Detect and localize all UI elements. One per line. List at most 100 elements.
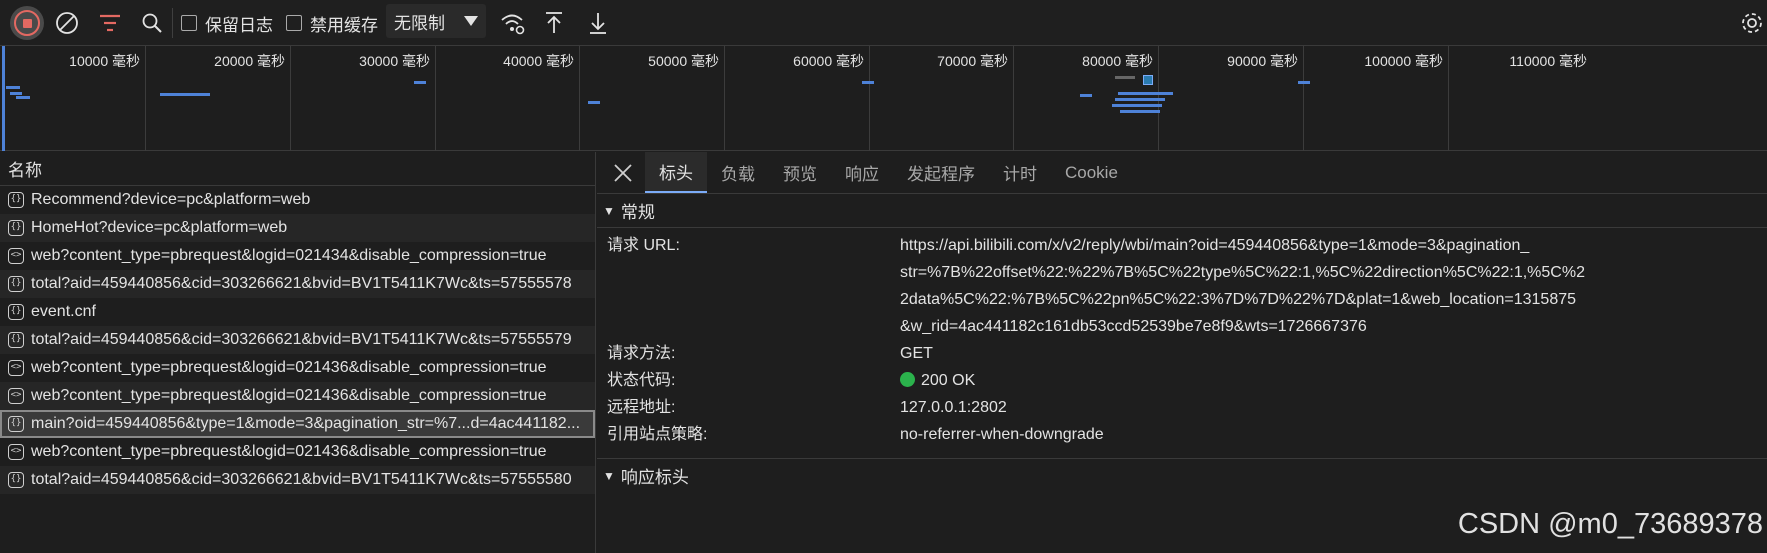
tab-payload[interactable]: 负载 xyxy=(707,152,769,193)
script-file-icon: <> xyxy=(8,248,24,264)
request-row[interactable]: <> web?content_type=pbrequest&logid=02143… xyxy=(0,242,595,270)
tab-preview[interactable]: 预览 xyxy=(769,152,831,193)
preserve-log-checkbox[interactable]: 保留日志 xyxy=(181,0,273,46)
request-row[interactable]: {} event.cnf xyxy=(0,298,595,326)
response-headers-section-header[interactable]: ▼ 响应标头 xyxy=(597,458,1767,492)
response-headers-title: 响应标头 xyxy=(620,468,689,487)
json-file-icon: {} xyxy=(8,220,24,236)
request-row[interactable]: {} Recommend?device=pc&platform=web xyxy=(0,186,595,214)
checkbox-box[interactable] xyxy=(286,15,302,31)
wifi-settings-icon xyxy=(501,14,525,35)
tab-response[interactable]: 响应 xyxy=(831,152,893,193)
status-code-value: 200 OK xyxy=(900,367,1767,394)
settings-button[interactable] xyxy=(1740,0,1766,46)
status-code-label: 状态代码: xyxy=(607,372,676,389)
tab-cookies[interactable]: Cookie xyxy=(1051,152,1132,193)
request-row[interactable]: {} HomeHot?device=pc&platform=web xyxy=(0,214,595,242)
close-details-button[interactable] xyxy=(601,152,645,193)
disable-cache-checkbox[interactable]: 禁用缓存 xyxy=(286,0,378,46)
json-file-icon: {} xyxy=(8,276,24,292)
import-har-button[interactable] xyxy=(544,0,568,46)
script-file-icon: <> xyxy=(8,360,24,376)
download-icon xyxy=(590,13,606,34)
throttling-value: 无限制 xyxy=(394,13,445,33)
json-file-icon: {} xyxy=(8,416,24,432)
overview-tick: 10000 毫秒 xyxy=(69,53,140,69)
collapse-triangle-icon: ▼ xyxy=(603,468,615,483)
request-method-value: GET xyxy=(900,345,933,362)
json-file-icon: {} xyxy=(8,304,24,320)
filter-button[interactable] xyxy=(98,0,124,46)
preserve-log-label: 保留日志 xyxy=(205,15,273,35)
request-row[interactable]: {} total?aid=459440856&cid=303266621&bvid… xyxy=(0,326,595,354)
search-icon xyxy=(142,13,162,33)
tab-headers[interactable]: 标头 xyxy=(645,152,707,193)
referrer-policy-label: 引用站点策略: xyxy=(607,426,708,443)
referrer-policy-row: 引用站点策略: no-referrer-when-downgrade xyxy=(597,421,1767,448)
upload-icon xyxy=(546,12,562,33)
filter-icon xyxy=(100,14,120,32)
request-row[interactable]: <> web?content_type=pbrequest&logid=02143… xyxy=(0,438,595,466)
script-file-icon: <> xyxy=(8,444,24,460)
request-bar xyxy=(1112,104,1162,107)
referrer-policy-value: no-referrer-when-downgrade xyxy=(900,426,1104,443)
export-har-button[interactable] xyxy=(588,0,612,46)
request-method-label: 请求方法: xyxy=(607,345,676,362)
dropdown-arrow-icon xyxy=(464,16,478,26)
request-bar xyxy=(6,86,20,89)
checkbox-box[interactable] xyxy=(181,15,197,31)
request-bar xyxy=(1118,92,1173,95)
request-bar xyxy=(1120,110,1160,113)
tab-timing[interactable]: 计时 xyxy=(989,152,1051,193)
general-section-header[interactable]: ▼ 常规 xyxy=(597,194,1767,228)
json-file-icon: {} xyxy=(8,332,24,348)
script-file-icon: <> xyxy=(8,388,24,404)
request-method-row: 请求方法: GET xyxy=(597,340,1767,367)
remote-address-value: 127.0.0.1:2802 xyxy=(900,399,1007,416)
overview-tick: 100000 毫秒 xyxy=(1364,53,1443,69)
network-toolbar: 保留日志 禁用缓存 无限制 xyxy=(0,0,1767,46)
request-url-row: 请求 URL: https://api.bilibili.com/x/v2/re… xyxy=(597,232,1767,340)
status-ok-icon xyxy=(900,372,915,387)
request-bar xyxy=(10,92,22,95)
name-column-header[interactable]: 名称 xyxy=(0,152,595,186)
request-row[interactable]: {} total?aid=459440856&cid=303266621&bvid… xyxy=(0,466,595,494)
overview-tick: 40000 毫秒 xyxy=(503,53,574,69)
general-section-title: 常规 xyxy=(620,203,655,222)
overview-tick: 20000 毫秒 xyxy=(214,53,285,69)
request-list-panel: 名称 {} Recommend?device=pc&platform=web {}… xyxy=(0,152,596,553)
network-overview[interactable]: 10000 毫秒 20000 毫秒 30000 毫秒 40000 毫秒 5000… xyxy=(0,46,1767,151)
throttling-select[interactable]: 无限制 xyxy=(386,4,486,38)
request-bar xyxy=(1298,81,1310,84)
gear-icon xyxy=(1742,13,1762,33)
request-marker xyxy=(1143,75,1153,85)
overview-tick: 60000 毫秒 xyxy=(793,53,864,69)
record-button[interactable] xyxy=(10,6,44,40)
collapse-triangle-icon: ▼ xyxy=(603,203,615,218)
request-row[interactable]: <> web?content_type=pbrequest&logid=02143… xyxy=(0,382,595,410)
overview-tick: 50000 毫秒 xyxy=(648,53,719,69)
request-row-selected[interactable]: {} main?oid=459440856&type=1&mode=3&pagin… xyxy=(0,410,595,438)
request-bar xyxy=(1080,94,1092,97)
overview-tick: 90000 毫秒 xyxy=(1227,53,1298,69)
request-bar xyxy=(16,96,30,99)
tab-initiator[interactable]: 发起程序 xyxy=(893,152,989,193)
request-bar xyxy=(1115,98,1165,101)
json-file-icon: {} xyxy=(8,192,24,208)
watermark: CSDN @m0_73689378 xyxy=(1457,508,1763,540)
overview-start-marker xyxy=(2,46,5,151)
close-icon xyxy=(614,163,632,182)
network-conditions-button[interactable] xyxy=(500,0,528,46)
request-details-panel: 标头 负载 预览 响应 发起程序 计时 Cookie ▼ 常规 请求 URL: … xyxy=(597,152,1767,553)
request-row[interactable]: <> web?content_type=pbrequest&logid=02143… xyxy=(0,354,595,382)
request-row[interactable]: {} total?aid=459440856&cid=303266621&bvid… xyxy=(0,270,595,298)
disable-cache-label: 禁用缓存 xyxy=(310,15,378,35)
clear-button[interactable] xyxy=(55,0,81,46)
detail-tabs: 标头 负载 预览 响应 发起程序 计时 Cookie xyxy=(597,152,1767,194)
request-bar xyxy=(862,81,874,84)
stop-recording-icon xyxy=(14,10,40,36)
json-file-icon: {} xyxy=(8,472,24,488)
request-bar xyxy=(160,93,210,96)
request-url-label: 请求 URL: xyxy=(607,237,680,254)
search-button[interactable] xyxy=(141,0,167,46)
